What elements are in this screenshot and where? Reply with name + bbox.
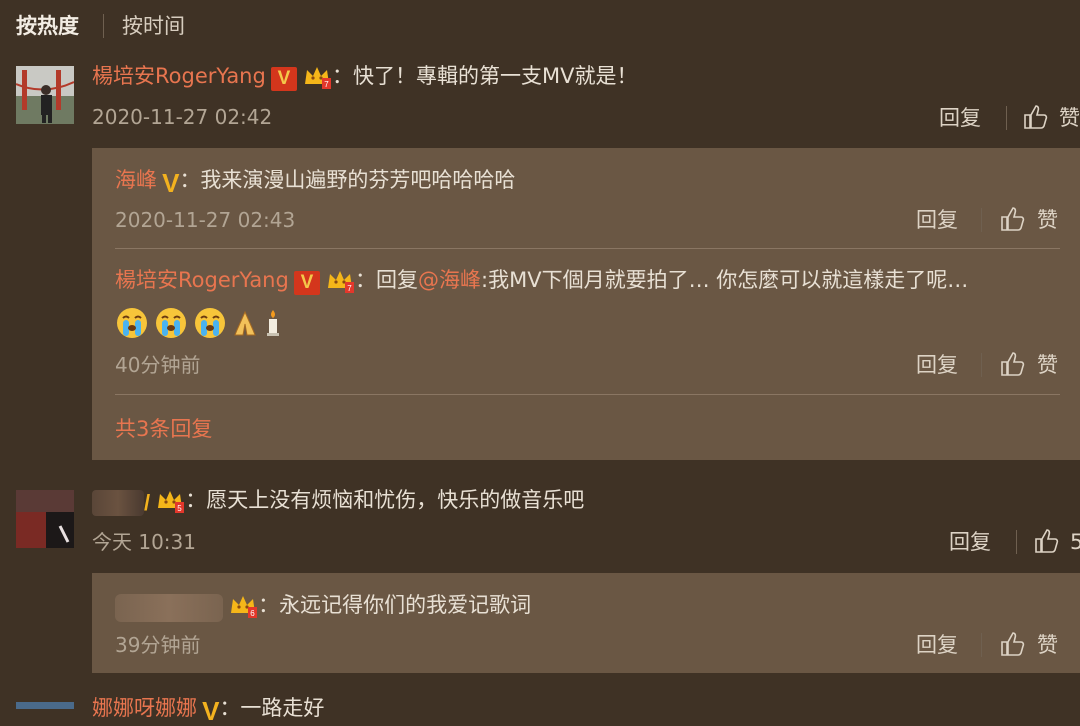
avatar[interactable] [16, 702, 74, 709]
comment-text: ：一路走好 [219, 696, 325, 720]
reply-prefix: ：回复 [355, 268, 419, 292]
more-replies-link[interactable]: 共3条回复 [115, 415, 212, 443]
vip-crown-icon: 6 [228, 593, 258, 623]
reply-button[interactable]: 回复 [916, 631, 958, 659]
like-label: 赞 [1059, 106, 1080, 130]
verified-v-icon: V [162, 167, 180, 198]
reply-header: 楊培安RogerYang V 7 ：回复@海峰:我MV下個月就要拍了… 你怎麼可… [115, 266, 968, 298]
avatar[interactable] [16, 490, 74, 548]
mention-link[interactable]: @海峰 [418, 268, 481, 292]
vip-crown-icon: 7 [302, 64, 332, 94]
crying-face-icon [117, 308, 147, 338]
candle-icon [267, 310, 280, 336]
action-divider [1006, 106, 1007, 130]
reply-header: 6 ：永远记得你们的我爱记歌词 [115, 591, 531, 623]
reply-button[interactable]: 回复 [949, 528, 991, 556]
action-divider [981, 633, 982, 657]
divider [115, 394, 1060, 395]
crying-face-icon [195, 308, 226, 338]
avatar[interactable] [16, 66, 74, 124]
reply-thread: 6 ：永远记得你们的我爱记歌词 39分钟前 回复 赞 [92, 573, 1080, 673]
reply-time: 40分钟前 [115, 353, 201, 377]
like-label: 赞 [1037, 208, 1058, 232]
comment-time: 今天 10:31 [92, 530, 196, 554]
comment-text: ：快了！專輯的第一支MV就是！ [332, 64, 638, 88]
sort-by-hot-tab[interactable]: 按热度 [16, 12, 79, 40]
like-button[interactable]: 赞 [1000, 631, 1058, 661]
thumbs-up-icon [1024, 105, 1048, 129]
verified-v-icon: V [270, 66, 297, 91]
comment-header: 楊培安RogerYang V 7 ：快了！專輯的第一支MV就是！ [92, 62, 638, 94]
svg-text:6: 6 [250, 609, 255, 618]
reply-username[interactable]: 楊培安RogerYang [115, 268, 289, 292]
reply-button[interactable]: 回复 [916, 206, 958, 234]
comment-username[interactable]: 娜娜呀娜娜 [92, 696, 197, 720]
thumbs-up-icon [1001, 632, 1025, 656]
action-divider [1016, 530, 1017, 554]
praying-hands-icon [234, 310, 257, 336]
thumbs-up-icon [1001, 207, 1025, 231]
like-label: 赞 [1037, 633, 1058, 657]
sort-divider [103, 14, 104, 38]
svg-text:7: 7 [347, 284, 352, 293]
crying-face-icon [156, 308, 187, 338]
reply-button[interactable]: 回复 [939, 104, 981, 132]
vip-crown-icon: 7 [325, 268, 355, 298]
verified-v-icon: V [293, 270, 320, 295]
divider [115, 248, 1060, 249]
comment-header: 娜娜呀娜娜 V：一路走好 [92, 694, 324, 725]
vip-crown-icon: 5 [155, 488, 185, 518]
like-button[interactable]: 5 [1034, 528, 1080, 558]
emoji-row [115, 306, 283, 340]
like-button[interactable]: 赞 [1000, 351, 1058, 381]
svg-text:5: 5 [177, 504, 182, 513]
like-button[interactable]: 赞 [1023, 104, 1080, 134]
blurred-username[interactable] [115, 593, 223, 622]
comment-time: 2020-11-27 02:42 [92, 105, 273, 129]
verified-v-icon: / [144, 489, 151, 515]
reply-header: 海峰 V：我来演漫山遍野的芬芳吧哈哈哈哈 [115, 166, 515, 197]
like-label: 赞 [1037, 353, 1058, 377]
blurred-username[interactable] [92, 489, 144, 516]
reply-time: 2020-11-27 02:43 [115, 208, 296, 232]
reply-username[interactable]: 海峰 [115, 168, 157, 192]
like-count: 5 [1070, 530, 1080, 554]
thumbs-up-icon [1001, 352, 1025, 376]
sort-by-time-tab[interactable]: 按时间 [122, 12, 185, 40]
svg-text:7: 7 [324, 80, 329, 89]
reply-text: :我MV下個月就要拍了… 你怎麼可以就這樣走了呢… [481, 268, 969, 292]
thumbs-up-icon [1035, 529, 1059, 553]
comment-header: / 5 ：愿天上没有烦恼和忧伤，快乐的做音乐吧 [92, 486, 584, 518]
reply-time: 39分钟前 [115, 633, 201, 657]
like-button[interactable]: 赞 [1000, 206, 1058, 236]
action-divider [981, 353, 982, 377]
reply-thread: 海峰 V：我来演漫山遍野的芬芳吧哈哈哈哈 2020-11-27 02:43 回复… [92, 148, 1080, 460]
reply-button[interactable]: 回复 [916, 351, 958, 379]
comment-username[interactable]: 楊培安RogerYang [92, 64, 266, 88]
reply-text: ：我来演漫山遍野的芬芳吧哈哈哈哈 [179, 168, 516, 192]
comment-text: ：愿天上没有烦恼和忧伤，快乐的做音乐吧 [185, 488, 585, 512]
reply-text: ：永远记得你们的我爱记歌词 [258, 593, 532, 617]
action-divider [981, 208, 982, 232]
verified-v-icon: V [202, 695, 220, 726]
